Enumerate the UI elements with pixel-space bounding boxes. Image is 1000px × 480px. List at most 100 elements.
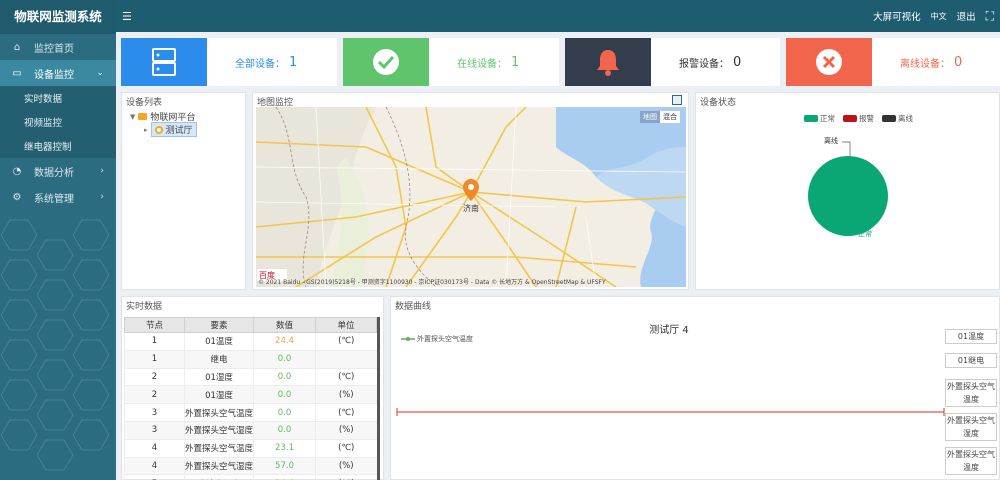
pie-slice-normal [808, 156, 888, 236]
table-row[interactable]: 4 外置探头空气温度 23.1 (℃) [124, 439, 377, 458]
top-bar: ☰ 大屏可视化 中文 退出 ⛶ [116, 0, 1000, 32]
table-row[interactable]: 1 继电 0.0 [124, 350, 377, 369]
sidebar: 物联网监测系统 ⌂ 监控首页 ▭ 设备监控 ⌄ 实时数据 视频监控 继电器控制 … [0, 0, 116, 480]
table-row[interactable]: 1 01温度 24.4 (℃) [124, 332, 377, 351]
stat-card-online[interactable]: 在线设备： 1 [343, 38, 559, 86]
curve-plot [396, 408, 945, 416]
bigscreen-link[interactable]: 大屏可视化 [873, 9, 921, 23]
column-header[interactable]: 数值 [253, 317, 317, 333]
column-header[interactable]: 单位 [315, 317, 377, 333]
chevron-right-icon: › [100, 192, 104, 202]
map-type-button[interactable]: 地图 [640, 111, 660, 123]
table-cell-unit: (%) [315, 385, 377, 405]
stat-label: 报警设备： [679, 58, 729, 70]
stat-value: 0 [954, 54, 963, 70]
table-cell-unit: (%) [315, 421, 377, 440]
table-cell-name: 外置探头空气湿度 [183, 457, 254, 476]
sidebar-item-home[interactable]: ⌂ 监控首页 [0, 34, 116, 60]
caret-down-icon: ▼ [130, 112, 136, 121]
column-header[interactable]: 要素 [183, 317, 255, 333]
stat-card-offline[interactable]: 离线设备： 0 [786, 38, 1000, 86]
device-status-panel: 设备状态 正常 报警 离线 离线 正常 [695, 92, 1000, 290]
check-circle-icon [343, 38, 429, 86]
home-icon: ⌂ [13, 41, 21, 53]
table-row[interactable]: 3 外置探头空气温度 0.0 (℃) [124, 403, 377, 422]
hexagon-pattern [0, 219, 110, 471]
curve-series-button[interactable]: 外置探头空气湿度 [945, 413, 997, 441]
table-row[interactable]: 2 01湿度 0.0 (%) [124, 385, 377, 405]
curve-series-button[interactable]: 外置探头空气温度 [945, 447, 997, 475]
table-cell-node: 2 [124, 368, 185, 387]
sidebar-subitem-relay[interactable]: 继电器控制 [0, 134, 116, 158]
data-curve-panel: 数据曲线 测试厅 4 外置探头空气温度 01温度 01继电 外置探头空气温度 外置探头… [390, 296, 1000, 480]
table-cell-unit: (℃) [315, 403, 377, 422]
table-cell-name: 外置探头空气温度 [183, 439, 254, 458]
map-type-switch: 地图 混合 [640, 111, 680, 123]
curve-series-button[interactable]: 外置探头空气温度 [945, 379, 997, 407]
table-cell-name: 外置探头空气湿度 [183, 421, 254, 440]
hybrid-type-button[interactable]: 混合 [660, 111, 680, 123]
table-cell-node: 3 [124, 421, 185, 440]
table-cell-value: 0.0 [253, 350, 316, 369]
table-cell-unit: (℃) [315, 332, 377, 351]
table-cell-name: 外置探头空气温度 [183, 403, 254, 422]
table-cell-unit [315, 350, 377, 369]
bell-icon [565, 38, 651, 86]
pie-label-normal: 正常 [858, 230, 872, 238]
expand-icon[interactable] [672, 95, 682, 105]
panel-title: 实时数据 [126, 302, 163, 312]
realtime-table: 节点 要素 数值 单位 1 01温度 24.4 (℃) 1 继电 0.0 2 01湿度 0.0 (℃… [124, 317, 377, 480]
curve-series-button[interactable]: 01继电 [945, 353, 997, 368]
stat-card-all[interactable]: 全部设备： 1 [121, 38, 337, 86]
table-cell-node: 1 [124, 332, 185, 351]
fullscreen-icon[interactable]: ⛶ [986, 9, 994, 24]
tree-node-selected[interactable]: 测试厅 [150, 122, 197, 137]
table-row[interactable]: 3 外置探头空气湿度 0.0 (%) [124, 421, 377, 440]
table-cell-value: 0.0 [253, 385, 316, 405]
panel-title: 设备列表 [126, 98, 163, 108]
sidebar-item-label: 数据分析 [34, 167, 74, 179]
table-cell-node: 1 [124, 350, 185, 369]
tree-node-child[interactable]: ▸ 测试厅 [144, 122, 197, 137]
status-pie-chart [808, 141, 888, 236]
sidebar-item-system[interactable]: ⚙ 系统管理 › [0, 184, 116, 210]
realtime-data-panel: 实时数据 节点 要素 数值 单位 1 01温度 24.4 (℃) 1 继电 0.0 2 01湿度… [121, 296, 384, 480]
map-attribution: © 2021 Baidu - GS(2019)5218号 - 甲测资字11009… [258, 279, 606, 286]
table-cell-unit: (℃) [315, 439, 377, 458]
table-cell-value: 23.1 [253, 439, 316, 458]
sidebar-item-analysis[interactable]: ◔ 数据分析 › [0, 158, 116, 184]
sidebar-subitem-video[interactable]: 视频监控 [0, 110, 116, 134]
map-image: 百度 [256, 107, 686, 287]
chevron-down-icon: ⌄ [96, 68, 104, 78]
table-cell-node: 2 [124, 385, 185, 405]
app-title: 物联网监测系统 [0, 0, 116, 34]
logout-link[interactable]: 退出 [957, 9, 976, 23]
table-cell-unit: (℃) [315, 368, 377, 387]
stat-value: 1 [289, 54, 298, 70]
menu-toggle-icon[interactable]: ☰ [122, 10, 136, 23]
gear-icon: ⚙ [12, 191, 22, 203]
table-row[interactable]: 5土壤水温度24.6(℃) [124, 474, 377, 480]
sidebar-item-device-monitor[interactable]: ▭ 设备监控 ⌄ [0, 60, 116, 86]
table-row[interactable]: 4 外置探头空气湿度 57.0 (%) [124, 457, 377, 476]
sidebar-item-label: 设备监控 [34, 69, 74, 81]
table-cell-name: 土壤水温度 [183, 474, 254, 480]
language-link[interactable]: 中文 [931, 11, 947, 22]
map-canvas[interactable]: 百度 济南 地图 混合 © 2021 Baidu - GS(2019)5218号… [256, 107, 686, 287]
tree-node-label: 测试厅 [165, 126, 193, 136]
stat-value: 1 [511, 54, 520, 70]
stat-label: 离线设备： [900, 58, 950, 70]
table-cell-node: 4 [124, 439, 185, 458]
stat-card-alarm[interactable]: 报警设备： 0 [565, 38, 780, 86]
sidebar-subitem-realtime[interactable]: 实时数据 [0, 86, 116, 110]
chevron-right-icon: › [100, 166, 104, 176]
table-row[interactable]: 2 01湿度 0.0 (℃) [124, 368, 377, 387]
table-cell-unit: (℃) [315, 474, 377, 480]
server-icon [121, 38, 207, 86]
column-header[interactable]: 节点 [124, 317, 185, 333]
table-cell-node: 3 [124, 403, 185, 422]
table-cell-name: 继电 [183, 350, 254, 369]
monitor-icon: ▭ [12, 67, 22, 79]
curve-series-button[interactable]: 01温度 [945, 329, 997, 344]
table-cell-value: 0.0 [253, 368, 316, 387]
